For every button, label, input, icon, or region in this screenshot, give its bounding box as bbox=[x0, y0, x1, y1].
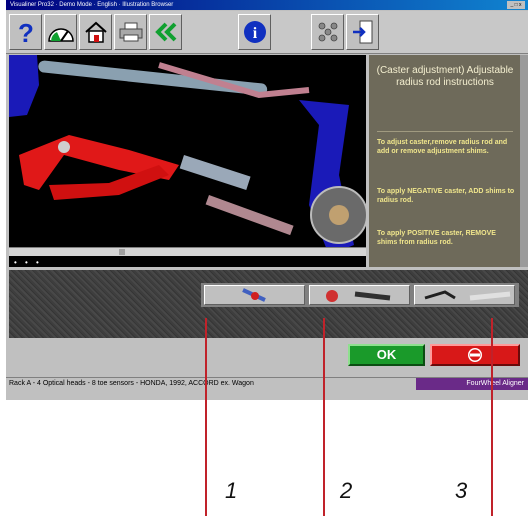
window-controls[interactable]: _ □ x bbox=[507, 1, 525, 9]
suspension-illustration bbox=[9, 55, 366, 267]
import-button[interactable] bbox=[346, 14, 379, 50]
svg-text:i: i bbox=[252, 25, 257, 42]
back-arrow-icon bbox=[154, 22, 176, 42]
callout-line-2 bbox=[323, 318, 325, 516]
cancel-button[interactable] bbox=[430, 344, 520, 366]
thumbnail-3[interactable] bbox=[414, 285, 515, 305]
app-window: Visualiner Pro32 · Demo Mode · English ·… bbox=[6, 0, 528, 400]
thumbnail-1[interactable] bbox=[204, 285, 305, 305]
back-button[interactable] bbox=[149, 14, 182, 50]
thumbnail-3-image bbox=[415, 286, 514, 304]
window-title: Visualiner Pro32 · Demo Mode · English ·… bbox=[10, 2, 174, 8]
thumbnail-2[interactable] bbox=[309, 285, 410, 305]
panel-scrollbar[interactable] bbox=[520, 55, 528, 267]
help-button[interactable]: ? bbox=[9, 14, 42, 50]
brand-badge: FourWheel Aligner bbox=[416, 378, 528, 390]
panel-title: (Caster adjustment) Adjustable radius ro… bbox=[376, 65, 514, 88]
home-button[interactable] bbox=[79, 14, 112, 50]
callout-line-1 bbox=[205, 318, 207, 516]
status-text: Rack A - 4 Optical heads - 8 toe sensors… bbox=[9, 380, 254, 387]
molecule-icon bbox=[318, 22, 337, 42]
home-icon bbox=[84, 21, 107, 43]
scroll-thumb[interactable] bbox=[119, 249, 125, 255]
toolbar: ? i bbox=[6, 11, 528, 54]
print-button[interactable] bbox=[114, 14, 147, 50]
instruction-1: To adjust caster,remove radius rod and a… bbox=[377, 139, 508, 155]
svg-text:?: ? bbox=[18, 18, 34, 46]
no-entry-icon bbox=[468, 348, 482, 362]
instruction-2: To apply NEGATIVE caster, ADD shims to r… bbox=[377, 188, 515, 204]
printer-icon bbox=[119, 22, 142, 42]
info-icon: i bbox=[243, 21, 266, 43]
ok-button[interactable]: OK bbox=[348, 344, 425, 366]
illustration-viewer[interactable] bbox=[9, 55, 366, 267]
status-bar: Rack A - 4 Optical heads - 8 toe sensors… bbox=[6, 377, 528, 390]
title-bar: Visualiner Pro32 · Demo Mode · English ·… bbox=[6, 0, 528, 10]
instruction-3: To apply POSITIVE caster, REMOVE shims f… bbox=[377, 230, 496, 246]
thumbnail-1-image bbox=[205, 286, 304, 304]
gauge-button[interactable] bbox=[44, 14, 77, 50]
info-button[interactable]: i bbox=[238, 14, 271, 50]
molecule-button[interactable] bbox=[311, 14, 344, 50]
instruction-panel: (Caster adjustment) Adjustable radius ro… bbox=[369, 55, 528, 267]
callout-number-1: 1 bbox=[225, 478, 238, 503]
thumbnail-2-image bbox=[310, 286, 409, 304]
divider bbox=[377, 131, 513, 132]
callout-number-2: 2 bbox=[340, 478, 353, 503]
help-icon: ? bbox=[18, 18, 34, 46]
callout-number-3: 3 bbox=[455, 478, 468, 503]
import-icon bbox=[352, 20, 372, 44]
illustration-scrollbar[interactable] bbox=[9, 247, 366, 256]
thumbnail-strip bbox=[201, 283, 519, 307]
frame-dots: • • • bbox=[14, 258, 42, 267]
gauge-icon bbox=[47, 28, 74, 42]
callout-line-3 bbox=[491, 318, 493, 516]
